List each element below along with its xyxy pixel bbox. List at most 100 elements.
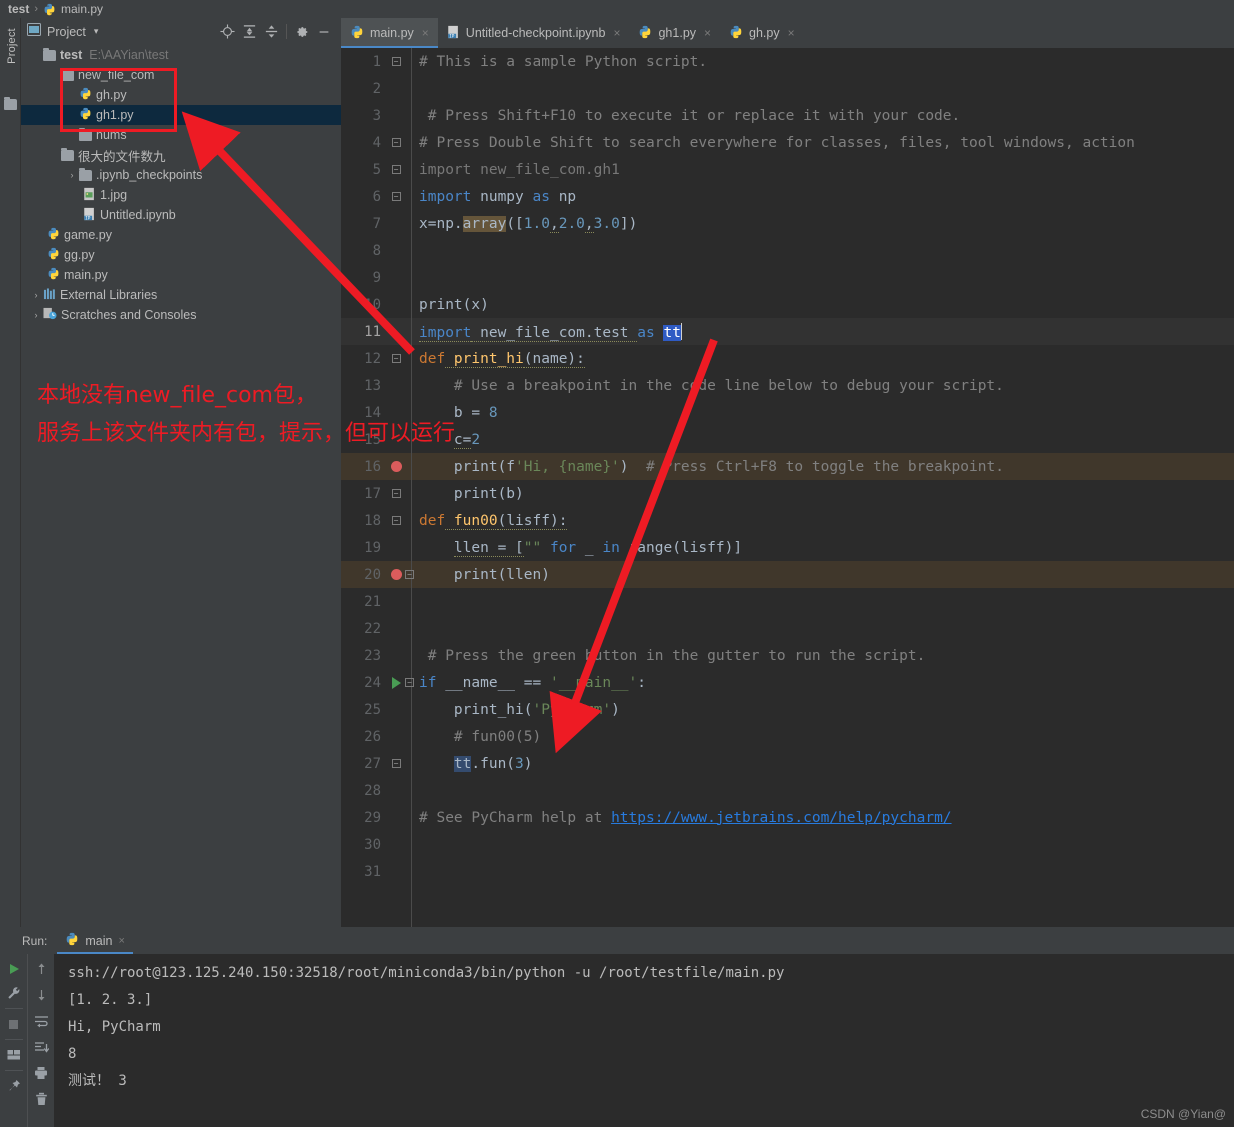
close-icon[interactable]: ×: [613, 26, 620, 40]
gutter-fold[interactable]: −: [381, 57, 411, 66]
breakpoint-icon[interactable]: [391, 461, 402, 472]
tab-untitled-checkpoint-ipynb[interactable]: IP Untitled-checkpoint.ipynb ×: [438, 18, 630, 48]
pin-icon[interactable]: [3, 1075, 25, 1097]
code-line[interactable]: 9: [341, 264, 1234, 291]
fold-icon[interactable]: −: [405, 570, 414, 579]
tree-row-scratches-and-consoles[interactable]: › Scratches and Consoles: [21, 305, 341, 325]
gutter-fold[interactable]: −: [381, 759, 411, 768]
close-icon[interactable]: ×: [118, 935, 124, 947]
fold-icon[interactable]: −: [392, 165, 401, 174]
code-line-current[interactable]: 11 import new_file_com.test as tt: [341, 318, 1234, 345]
locate-target-icon[interactable]: [216, 21, 238, 43]
gutter-fold[interactable]: −: [381, 165, 411, 174]
gutter-fold[interactable]: −: [381, 516, 411, 525]
fold-icon[interactable]: −: [392, 759, 401, 768]
code-line[interactable]: 4 − # Press Double Shift to search every…: [341, 129, 1234, 156]
gutter-fold[interactable]: −: [381, 354, 411, 363]
tree-row-ipynb-checkpoints[interactable]: › .ipynb_checkpoints: [21, 165, 341, 185]
code-line[interactable]: 7 x=np.array([1.0,2.0,3.0]): [341, 210, 1234, 237]
code-line[interactable]: 31: [341, 858, 1234, 885]
tree-row-gh-py[interactable]: gh.py: [21, 85, 341, 105]
code-line[interactable]: 22: [341, 615, 1234, 642]
code-line[interactable]: 1 − # This is a sample Python script.: [341, 48, 1234, 75]
code-line[interactable]: 13 # Use a breakpoint in the code line b…: [341, 372, 1234, 399]
code-line[interactable]: 19 llen = ["" for _ in range(lisff)]: [341, 534, 1234, 561]
gutter-fold[interactable]: −: [381, 138, 411, 147]
twisty-icon[interactable]: ⱟ: [47, 70, 61, 80]
help-link[interactable]: https://www.jetbrains.com/help/pycharm/: [611, 810, 951, 826]
code-line[interactable]: 5 − import new_file_com.gh1: [341, 156, 1234, 183]
code-line[interactable]: 18 − def fun00(lisff):: [341, 507, 1234, 534]
close-icon[interactable]: ×: [788, 26, 795, 40]
code-editor[interactable]: 1 − # This is a sample Python script. 2 …: [341, 48, 1234, 927]
collapse-all-icon[interactable]: [260, 21, 282, 43]
code-line[interactable]: 26 # fun00(5): [341, 723, 1234, 750]
code-line[interactable]: 21: [341, 588, 1234, 615]
layout-icon[interactable]: [3, 1044, 25, 1066]
tree-row-gh1-py[interactable]: gh1.py: [21, 105, 341, 125]
expand-all-icon[interactable]: [238, 21, 260, 43]
tree-row-gg-py[interactable]: gg.py: [21, 245, 341, 265]
code-line[interactable]: 29 # See PyCharm help at https://www.jet…: [341, 804, 1234, 831]
run-gutter[interactable]: −: [381, 677, 411, 689]
folder-icon[interactable]: [4, 96, 17, 114]
trash-icon[interactable]: [30, 1088, 52, 1110]
code-line-breakpoint[interactable]: 16 print(f'Hi, {name}') # Press Ctrl+F8 …: [341, 453, 1234, 480]
fold-icon[interactable]: −: [392, 354, 401, 363]
code-line[interactable]: 27 − tt.fun(3): [341, 750, 1234, 777]
twisty-icon[interactable]: ›: [29, 290, 43, 300]
tab-main-py[interactable]: main.py ×: [341, 18, 438, 48]
code-line[interactable]: 15 c=2: [341, 426, 1234, 453]
code-line[interactable]: 25 print_hi('PyCharm'): [341, 696, 1234, 723]
tool-window-button-project[interactable]: Project: [6, 22, 18, 70]
tree-row-test[interactable]: ⱟ test E:\AAYian\test: [21, 45, 341, 65]
fold-icon[interactable]: −: [392, 489, 401, 498]
code-line-runnable[interactable]: 24 − if __name__ == '__main__':: [341, 669, 1234, 696]
gutter-fold[interactable]: −: [381, 192, 411, 201]
up-arrow-icon[interactable]: [30, 958, 52, 980]
code-line[interactable]: 6 − import numpy as np: [341, 183, 1234, 210]
code-line[interactable]: 8: [341, 237, 1234, 264]
tree-row-1-jpg[interactable]: 1.jpg: [21, 185, 341, 205]
gear-icon[interactable]: [291, 21, 313, 43]
tree-row-main-py[interactable]: main.py: [21, 265, 341, 285]
breadcrumb-root[interactable]: test: [8, 2, 29, 16]
fold-icon[interactable]: −: [392, 192, 401, 201]
tree-row-large-folder[interactable]: ⱟ 很大的文件数九: [21, 145, 341, 165]
chevron-down-icon[interactable]: ▾: [94, 26, 99, 37]
twisty-icon[interactable]: ⱟ: [47, 150, 61, 160]
tree-row-nums[interactable]: nums: [21, 125, 341, 145]
close-icon[interactable]: ×: [422, 26, 429, 40]
tree-row-new-file-com[interactable]: ⱟ new_file_com: [21, 65, 341, 85]
breakpoint-gutter[interactable]: [381, 461, 411, 472]
wrench-icon[interactable]: [3, 982, 25, 1004]
code-line[interactable]: 2: [341, 75, 1234, 102]
code-line[interactable]: 14 b = 8: [341, 399, 1234, 426]
run-icon[interactable]: [392, 677, 401, 689]
fold-icon[interactable]: −: [392, 516, 401, 525]
code-line-breakpoint[interactable]: 20 − print(llen): [341, 561, 1234, 588]
fold-icon[interactable]: −: [392, 138, 401, 147]
print-icon[interactable]: [30, 1062, 52, 1084]
twisty-icon[interactable]: ›: [29, 310, 43, 320]
fold-icon[interactable]: −: [405, 678, 414, 687]
console-output[interactable]: ssh://root@123.125.240.150:32518/root/mi…: [54, 954, 1234, 1127]
scroll-to-end-icon[interactable]: [30, 1036, 52, 1058]
code-line[interactable]: 10 print(x): [341, 291, 1234, 318]
breakpoint-gutter[interactable]: −: [381, 569, 411, 580]
gutter-fold[interactable]: −: [381, 489, 411, 498]
code-line[interactable]: 23 # Press the green button in the gutte…: [341, 642, 1234, 669]
down-arrow-icon[interactable]: [30, 984, 52, 1006]
tree-row-untitled-ipynb[interactable]: IP Untitled.ipynb: [21, 205, 341, 225]
tab-gh-py[interactable]: gh.py ×: [720, 18, 804, 48]
stop-icon[interactable]: [3, 1013, 25, 1035]
close-icon[interactable]: ×: [704, 26, 711, 40]
soft-wrap-icon[interactable]: [30, 1010, 52, 1032]
twisty-icon[interactable]: ›: [65, 170, 79, 180]
tab-gh1-py[interactable]: gh1.py ×: [629, 18, 720, 48]
code-line[interactable]: 3 # Press Shift+F10 to execute it or rep…: [341, 102, 1234, 129]
minimize-icon[interactable]: [313, 21, 335, 43]
fold-icon[interactable]: −: [392, 57, 401, 66]
code-line[interactable]: 28: [341, 777, 1234, 804]
code-line[interactable]: 30: [341, 831, 1234, 858]
